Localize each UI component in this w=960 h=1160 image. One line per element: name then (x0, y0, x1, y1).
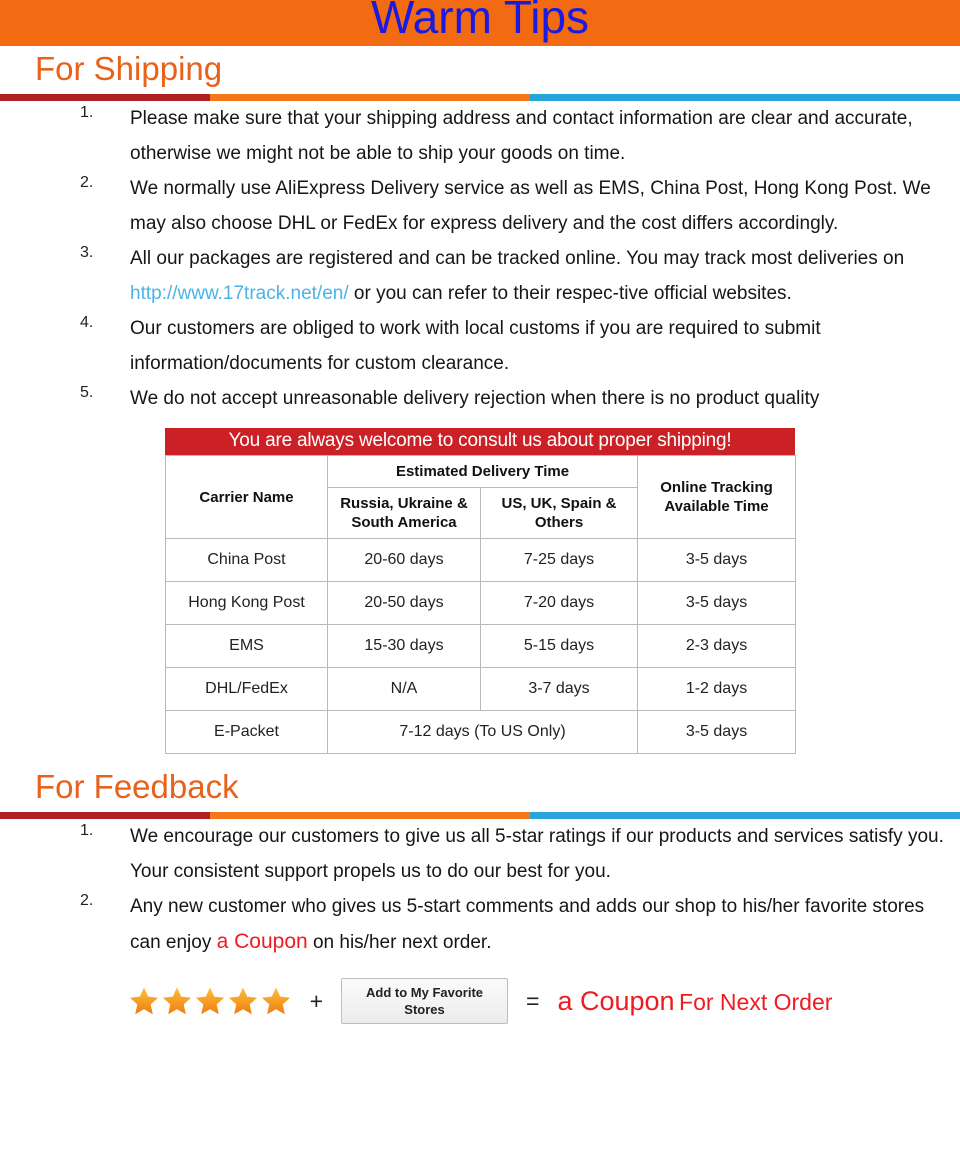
list-item-number: 5. (80, 384, 94, 401)
cell-tracking: 3-5 days (637, 581, 797, 625)
list-item-number: 4. (80, 314, 94, 331)
shipping-section-header: For Shipping (0, 46, 960, 94)
list-item-text: Please make sure that your shipping addr… (130, 108, 913, 164)
list-item: 3. All our packages are registered and c… (0, 241, 960, 311)
cell-region-a: 20-60 days (327, 538, 481, 582)
table-row: China Post 20-60 days 7-25 days 3-5 days (165, 538, 797, 582)
star-icon (162, 987, 191, 1015)
cell-region-a: 15-30 days (327, 624, 481, 668)
star-icon (261, 987, 290, 1015)
header-estimated-delivery-time: Estimated Delivery Time (326, 455, 639, 488)
rule-segment-orange (210, 812, 530, 819)
table-row: DHL/FedEx N/A 3-7 days 1-2 days (165, 667, 797, 711)
cell-merged-delivery: 7-12 days (To US Only) (326, 710, 639, 754)
cell-region-b: 7-20 days (479, 581, 639, 625)
feedback-tips-list: 1. We encourage our customers to give us… (0, 819, 960, 960)
coupon-result-text: a Coupon For Next Order (557, 986, 832, 1017)
result-coupon-label: a Coupon (557, 985, 675, 1016)
list-item-text: Our customers are obliged to work with l… (130, 318, 821, 374)
cell-carrier: DHL/FedEx (165, 667, 328, 711)
coupon-highlight: a Coupon (216, 930, 308, 953)
cell-tracking: 1-2 days (637, 667, 797, 711)
list-item-number: 2. (80, 174, 94, 191)
table-row: EMS 15-30 days 5-15 days 2-3 days (165, 624, 797, 668)
table-row: Hong Kong Post 20-50 days 7-20 days 3-5 … (165, 581, 797, 625)
cell-region-a: 20-50 days (327, 581, 481, 625)
rule-segment-orange (210, 94, 530, 101)
text-before-link: All our packages are registered and can … (130, 248, 905, 269)
five-star-rating (128, 985, 292, 1017)
list-item: 4. Our customers are obliged to work wit… (0, 311, 960, 381)
star-icon (129, 987, 158, 1015)
list-item-number: 1. (80, 104, 94, 121)
list-item-text: All our packages are registered and can … (130, 248, 904, 304)
page-title: Warm Tips (370, 0, 590, 43)
rule-segment-blue (530, 812, 960, 819)
cell-region-a: N/A (327, 667, 481, 711)
shipping-divider-rule (0, 94, 960, 101)
cell-carrier: EMS (165, 624, 328, 668)
cell-region-b: 7-25 days (479, 538, 639, 582)
list-item-number: 2. (80, 892, 94, 909)
plus-operator: + (309, 987, 324, 1014)
list-item: 1. We encourage our customers to give us… (0, 819, 960, 889)
cell-tracking: 2-3 days (637, 624, 797, 668)
text-after-link: or you can refer to their respec-tive of… (348, 283, 792, 304)
list-item-number: 3. (80, 244, 94, 261)
star-icon (228, 987, 257, 1015)
star-icon (195, 987, 224, 1015)
table-row: E-Packet 7-12 days (To US Only) 3-5 days (165, 710, 797, 754)
warm-tips-banner: Warm Tips (0, 0, 960, 46)
list-item-text: We do not accept unreasonable delivery r… (130, 388, 820, 409)
tracking-link[interactable]: http://www.17track.net/en/ (130, 283, 349, 304)
equals-operator: = (526, 987, 540, 1014)
shipping-tips-list: 1. Please make sure that your shipping a… (0, 101, 960, 416)
list-item-text: We encourage our customers to give us al… (130, 826, 944, 882)
coupon-formula-row: + Add to My Favorite Stores = a Coupon F… (0, 978, 960, 1024)
list-item: 2. We normally use AliExpress Delivery s… (0, 171, 960, 241)
cell-tracking: 3-5 days (637, 710, 797, 754)
cell-tracking: 3-5 days (637, 538, 797, 582)
cell-carrier: Hong Kong Post (165, 581, 328, 625)
list-item-number: 1. (80, 822, 94, 839)
header-region-us-uk-spain-others: US, UK, Spain & Others (479, 487, 639, 539)
shipping-heading: For Shipping (35, 50, 223, 87)
list-item-text: Any new customer who gives us 5-start co… (130, 896, 924, 953)
feedback-heading: For Feedback (35, 768, 239, 805)
add-to-favorite-stores-button[interactable]: Add to My Favorite Stores (341, 978, 509, 1024)
list-item: 1. Please make sure that your shipping a… (0, 101, 960, 171)
rule-segment-red (0, 94, 210, 101)
result-next-order-label: For Next Order (679, 988, 833, 1015)
header-carrier-name: Carrier Name (165, 455, 328, 539)
cell-region-b: 5-15 days (479, 624, 639, 668)
list-item-text: We normally use AliExpress Delivery serv… (130, 178, 931, 234)
cell-carrier: China Post (165, 538, 328, 582)
table-header-row-1: Carrier Name Estimated Delivery Time Onl… (165, 455, 797, 539)
list-item: 5. We do not accept unreasonable deliver… (0, 381, 960, 416)
text-after-highlight: on his/her next order. (307, 932, 492, 953)
consult-banner: You are always welcome to consult us abo… (165, 428, 795, 455)
cell-region-b: 3-7 days (479, 667, 639, 711)
header-region-russia-ukraine-south-america: Russia, Ukraine & South America (327, 487, 481, 539)
list-item: 2. Any new customer who gives us 5-start… (0, 889, 960, 960)
rule-segment-blue (530, 94, 960, 101)
cell-carrier: E-Packet (165, 710, 328, 754)
feedback-section-header: For Feedback (0, 764, 960, 812)
rule-segment-red (0, 812, 210, 819)
feedback-divider-rule (0, 812, 960, 819)
carrier-table-block: You are always welcome to consult us abo… (165, 428, 797, 754)
carrier-delivery-table: Carrier Name Estimated Delivery Time Onl… (165, 455, 797, 754)
header-online-tracking-time: Online Tracking Available Time (637, 455, 797, 539)
